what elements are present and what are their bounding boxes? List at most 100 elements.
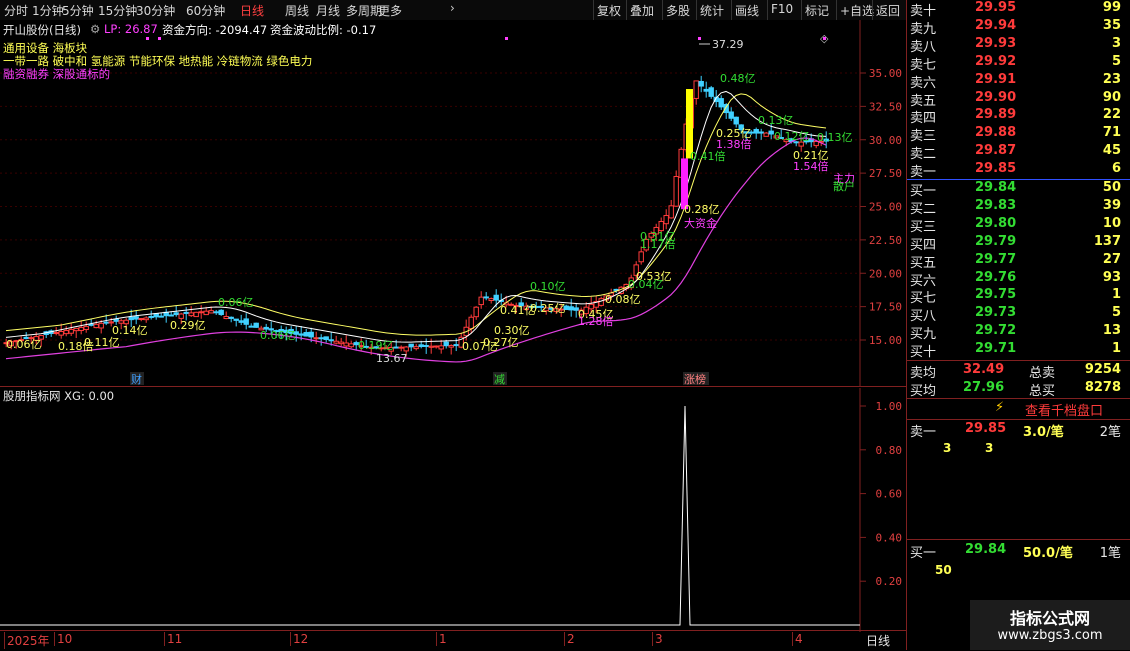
toolbar-separator xyxy=(593,0,594,20)
fund-volatility: 资金波动比例: -0.17 xyxy=(270,23,377,37)
action-button-4[interactable]: 画线 xyxy=(735,2,759,19)
bid-level-1[interactable]: 买一 29.84 50 xyxy=(907,180,1121,199)
level-label: 买一 xyxy=(910,184,937,199)
action-button-3[interactable]: 统计 xyxy=(700,2,724,19)
candle-body xyxy=(758,131,764,134)
sell1-count: 2笔 xyxy=(1099,425,1121,440)
period-tab-9[interactable]: 多周期 xyxy=(346,2,382,19)
candle-body xyxy=(673,176,679,207)
chart-annotation: 0.06亿 xyxy=(218,296,254,309)
y-axis-label: 27.50 xyxy=(869,167,902,180)
bid-level-2[interactable]: 买二 29.83 39 xyxy=(907,198,1121,217)
candle-body xyxy=(228,316,234,319)
action-button-0[interactable]: 复权 xyxy=(597,2,621,19)
ask-level-6[interactable]: 卖五 29.90 90 xyxy=(907,90,1121,109)
event-marker[interactable]: 涨榜 xyxy=(683,372,709,386)
event-marker[interactable]: 财 xyxy=(130,372,144,386)
period-indicator[interactable]: 日线 xyxy=(866,632,890,649)
sell1-order: 3 xyxy=(985,441,994,455)
action-button-8[interactable]: 返回 xyxy=(876,2,900,19)
action-button-7[interactable]: +自选 xyxy=(840,2,874,19)
level-price: 29.91 xyxy=(975,71,1017,87)
action-button-5[interactable]: F10 xyxy=(771,2,793,16)
action-button-6[interactable]: 标记 xyxy=(805,2,829,19)
period-tab-2[interactable]: 5分钟 xyxy=(62,2,94,19)
stat-label: 买均 xyxy=(910,384,937,399)
period-tab-5[interactable]: 60分钟 xyxy=(186,2,225,19)
candle-body xyxy=(438,345,444,350)
bid-level-3[interactable]: 买三 29.80 10 xyxy=(907,216,1121,235)
bid-level-7[interactable]: 买七 29.75 1 xyxy=(907,287,1121,306)
period-tab-6[interactable]: 日线 xyxy=(240,2,264,19)
period-tab-10[interactable]: 更多 xyxy=(378,2,402,19)
bid-level-10[interactable]: 买十 29.71 1 xyxy=(907,341,1121,360)
ask-level-10[interactable]: 卖一 29.85 6 xyxy=(907,161,1121,180)
ask-level-1[interactable]: 卖十 29.95 99 xyxy=(907,0,1121,19)
candle-body xyxy=(133,316,139,320)
toolbar-separator xyxy=(767,0,768,20)
period-tab-1[interactable]: 1分钟 xyxy=(32,2,64,19)
time-tick-0: 2025年 xyxy=(4,632,50,649)
candle-body xyxy=(88,323,94,326)
period-tab-0[interactable]: 分时 xyxy=(4,2,28,19)
candle-body xyxy=(118,320,124,324)
bid-level-5[interactable]: 买五 29.77 27 xyxy=(907,252,1121,271)
indicator-y-label: 1.00 xyxy=(876,400,903,413)
candle-body xyxy=(193,311,199,318)
candle-body xyxy=(108,321,114,324)
chart-annotation: 0.48亿 xyxy=(720,72,756,85)
indicator-chart[interactable]: 1.00 0.80 0.60 0.40 0.20 xyxy=(0,388,906,632)
candle-body xyxy=(693,80,699,99)
ask-level-8[interactable]: 卖三 29.88 71 xyxy=(907,125,1121,144)
period-tab-8[interactable]: 月线 xyxy=(316,2,340,19)
level-price: 29.92 xyxy=(975,53,1017,69)
action-button-2[interactable]: 多股 xyxy=(666,2,690,19)
ask-level-7[interactable]: 卖四 29.89 22 xyxy=(907,107,1121,127)
chart-annotation: 0.29亿 xyxy=(170,319,206,332)
level-label: 买五 xyxy=(910,255,937,271)
event-marker[interactable]: 减 xyxy=(493,372,507,386)
candle-body xyxy=(468,316,474,330)
candle-body xyxy=(448,345,454,348)
ask-level-9[interactable]: 卖二 29.87 45 xyxy=(907,143,1121,162)
bid-level-4[interactable]: 买四 29.79 137 xyxy=(907,234,1121,253)
candle-body xyxy=(103,321,109,324)
candle-body xyxy=(178,313,184,319)
sell1-avg: 3.0/笔 xyxy=(1023,425,1064,440)
bid-level-9[interactable]: 买九 29.72 13 xyxy=(907,323,1121,342)
buy1-order: 50 xyxy=(935,563,952,577)
sell1-label: 卖一 xyxy=(910,425,937,440)
toolbar-separator xyxy=(801,0,802,20)
bid-level-6[interactable]: 买六 29.76 93 xyxy=(907,270,1121,289)
diamond-icon[interactable]: ◇ xyxy=(820,32,829,45)
level-price: 29.89 xyxy=(975,107,1017,123)
action-button-1[interactable]: 叠加 xyxy=(630,2,654,19)
stat-value: 8278 xyxy=(1084,380,1121,395)
level-label: 卖四 xyxy=(910,111,937,127)
period-tab-4[interactable]: 30分钟 xyxy=(136,2,175,19)
level-volume: 35 xyxy=(1102,17,1121,33)
y-axis-label: 15.00 xyxy=(869,334,902,347)
candle-body xyxy=(428,345,434,348)
indicator-title: 股朋指标网 XG: 0.00 xyxy=(3,389,115,403)
depth-button[interactable]: 查看千档盘口 xyxy=(1025,400,1103,419)
kline-chart[interactable]: 35.00 32.50 30.00 27.50 25.00 22.50 20.00 17.50… xyxy=(0,20,906,406)
settings-icon[interactable]: ⚙ xyxy=(90,22,100,36)
candle-body xyxy=(698,80,704,87)
candle-body xyxy=(393,346,399,349)
candle-body xyxy=(158,315,164,318)
level-volume: 6 xyxy=(1111,161,1121,177)
level-volume: 1 xyxy=(1111,287,1121,303)
ask-level-2[interactable]: 卖九 29.94 35 xyxy=(907,17,1121,37)
candle-body xyxy=(343,342,349,347)
signal-bar-yellow xyxy=(686,89,693,159)
candle-body xyxy=(328,339,334,342)
ask-level-4[interactable]: 卖七 29.92 5 xyxy=(907,53,1121,73)
period-tab-3[interactable]: 15分钟 xyxy=(98,2,137,19)
bid-level-8[interactable]: 买八 29.73 5 xyxy=(907,305,1121,324)
more-chevron-icon[interactable]: › xyxy=(450,1,455,15)
candle-body xyxy=(313,337,319,340)
period-tab-7[interactable]: 周线 xyxy=(285,2,309,19)
ask-level-3[interactable]: 卖八 29.93 3 xyxy=(907,36,1121,55)
ask-level-5[interactable]: 卖六 29.91 23 xyxy=(907,71,1121,91)
